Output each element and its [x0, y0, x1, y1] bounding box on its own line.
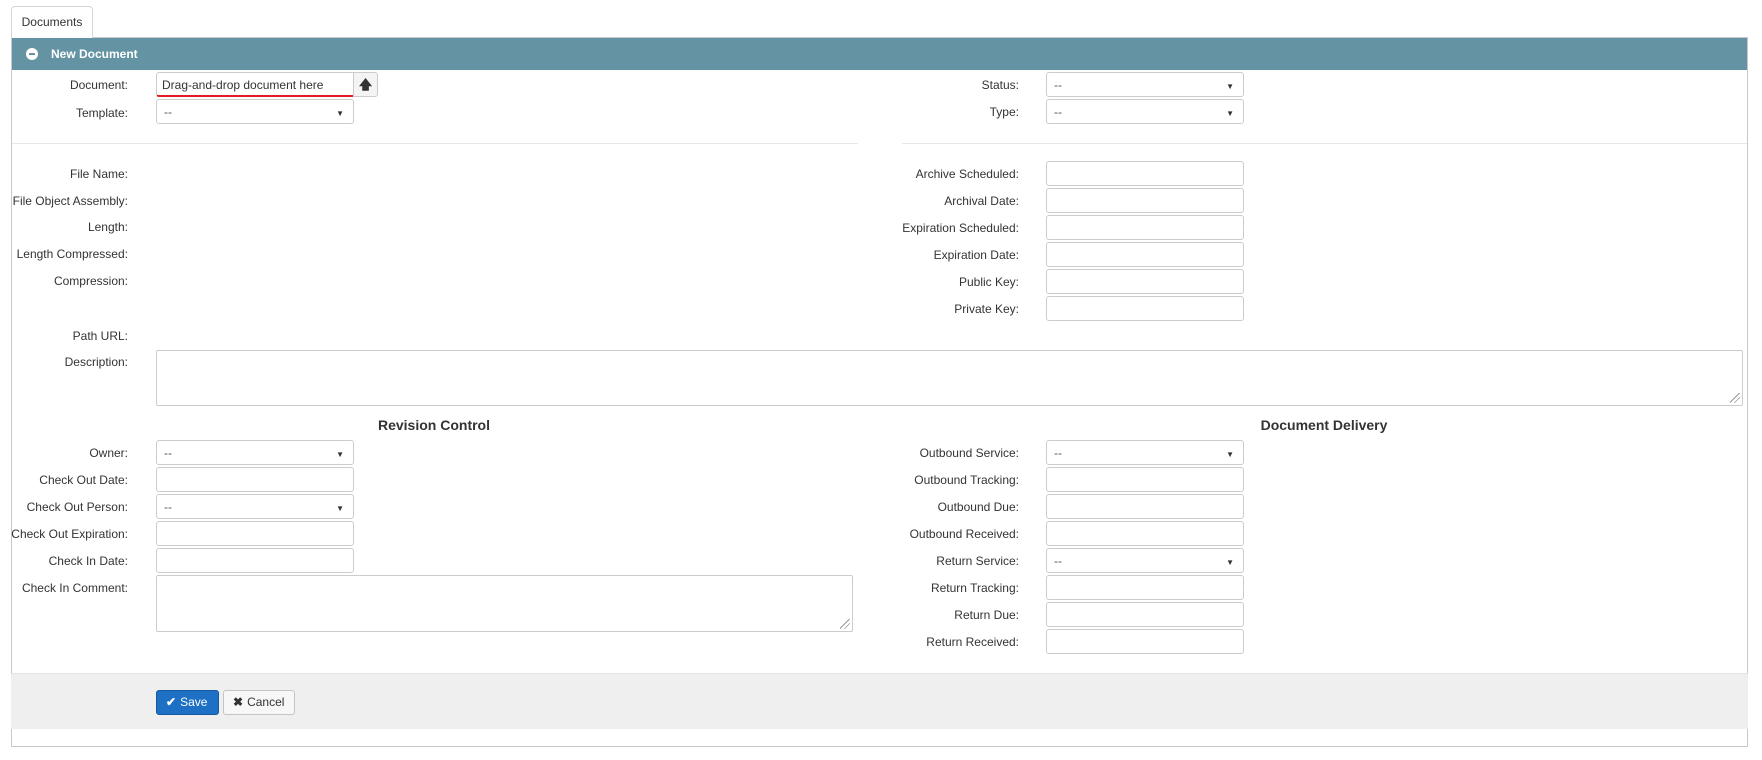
- archival-date-input[interactable]: [1046, 188, 1244, 213]
- panel-title: New Document: [51, 47, 138, 61]
- archival-date-label: Archival Date:: [944, 194, 1019, 208]
- outbound-due-label: Outbound Due:: [937, 500, 1019, 514]
- return-due-label: Return Due:: [954, 608, 1019, 622]
- divider-right: [902, 143, 1747, 144]
- type-label: Type:: [989, 105, 1019, 119]
- outbound-service-label: Outbound Service:: [919, 446, 1019, 460]
- return-received-input[interactable]: [1046, 629, 1244, 654]
- outbound-tracking-input[interactable]: [1046, 467, 1244, 492]
- public-key-input[interactable]: [1046, 269, 1244, 294]
- tab-documents[interactable]: Documents: [11, 6, 93, 38]
- private-key-input[interactable]: [1046, 296, 1244, 321]
- return-tracking-label: Return Tracking:: [930, 581, 1019, 595]
- archive-scheduled-input[interactable]: [1046, 161, 1244, 186]
- save-button-label: Save: [180, 695, 208, 709]
- status-select[interactable]: --: [1046, 72, 1244, 97]
- expiration-date-input[interactable]: [1046, 242, 1244, 267]
- outbound-received-label: Outbound Received:: [909, 527, 1019, 541]
- return-due-input[interactable]: [1046, 602, 1244, 627]
- outbound-received-input[interactable]: [1046, 521, 1244, 546]
- close-icon: ✖: [233, 695, 244, 709]
- description-textarea[interactable]: [156, 350, 1743, 406]
- outbound-tracking-label: Outbound Tracking:: [914, 473, 1019, 487]
- return-received-label: Return Received:: [926, 635, 1019, 649]
- outbound-due-input[interactable]: [1046, 494, 1244, 519]
- status-label: Status:: [981, 78, 1019, 92]
- return-tracking-input[interactable]: [1046, 575, 1244, 600]
- document-delivery-title: Document Delivery: [1260, 417, 1388, 433]
- type-select[interactable]: --: [1046, 99, 1244, 124]
- divider-left: [12, 143, 858, 144]
- form-footer: ✔ Save ✖ Cancel: [11, 673, 1748, 729]
- resize-grip-icon[interactable]: [1730, 393, 1740, 403]
- description-label: Description:: [64, 355, 128, 369]
- private-key-label: Private Key:: [954, 302, 1019, 316]
- outbound-service-select[interactable]: --: [1046, 440, 1244, 465]
- expiration-scheduled-input[interactable]: [1046, 215, 1244, 240]
- return-service-select[interactable]: --: [1046, 548, 1244, 573]
- return-service-label: Return Service:: [936, 554, 1019, 568]
- expiration-date-label: Expiration Date:: [933, 248, 1019, 262]
- path-url-label: Path URL:: [72, 329, 128, 343]
- revision-control-title: Revision Control: [377, 417, 490, 433]
- panel-header[interactable]: New Document: [12, 38, 1747, 70]
- cancel-button[interactable]: ✖ Cancel: [223, 690, 295, 715]
- public-key-label: Public Key:: [958, 275, 1019, 289]
- save-button[interactable]: ✔ Save: [156, 690, 219, 715]
- check-icon: ✔: [166, 695, 177, 709]
- collapse-icon[interactable]: [26, 48, 38, 60]
- archive-scheduled-label: Archive Scheduled:: [915, 167, 1019, 181]
- expiration-scheduled-label: Expiration Scheduled:: [902, 221, 1019, 235]
- cancel-button-label: Cancel: [247, 695, 285, 709]
